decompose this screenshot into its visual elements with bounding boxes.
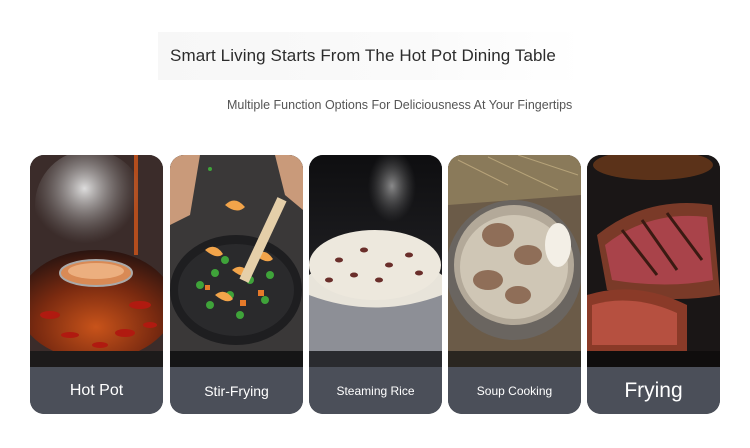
card-label: Soup Cooking — [476, 383, 553, 398]
function-card-stir-frying[interactable]: Stir-Frying — [170, 155, 303, 414]
card-label-bar: Hot Pot — [30, 367, 163, 414]
card-label: Stir-Frying — [204, 382, 269, 399]
card-label: Hot Pot — [69, 381, 124, 399]
function-card-frying[interactable]: Frying — [587, 155, 720, 414]
function-card-hot-pot[interactable]: Hot Pot — [30, 155, 163, 414]
card-label-bar: Soup Cooking — [448, 367, 581, 414]
card-label-bar: Stir-Frying — [170, 367, 303, 414]
card-label-bar: Steaming Rice — [309, 367, 442, 414]
card-label: Frying — [624, 378, 683, 402]
function-card-steaming-rice[interactable]: Steaming Rice — [309, 155, 442, 414]
stir-frying-photo — [170, 155, 303, 367]
card-label: Steaming Rice — [336, 383, 415, 398]
title-banner: Smart Living Starts From The Hot Pot Din… — [158, 32, 584, 80]
card-label-bar: Frying — [587, 367, 720, 414]
soup-cooking-photo — [448, 155, 581, 367]
steaming-rice-photo — [309, 155, 442, 367]
page-subtitle: Multiple Function Options For Deliciousn… — [227, 98, 573, 112]
hot-pot-photo — [30, 155, 163, 367]
page-title: Smart Living Starts From The Hot Pot Din… — [170, 46, 556, 65]
function-card-soup-cooking[interactable]: Soup Cooking — [448, 155, 581, 414]
frying-steak-photo — [587, 155, 720, 367]
